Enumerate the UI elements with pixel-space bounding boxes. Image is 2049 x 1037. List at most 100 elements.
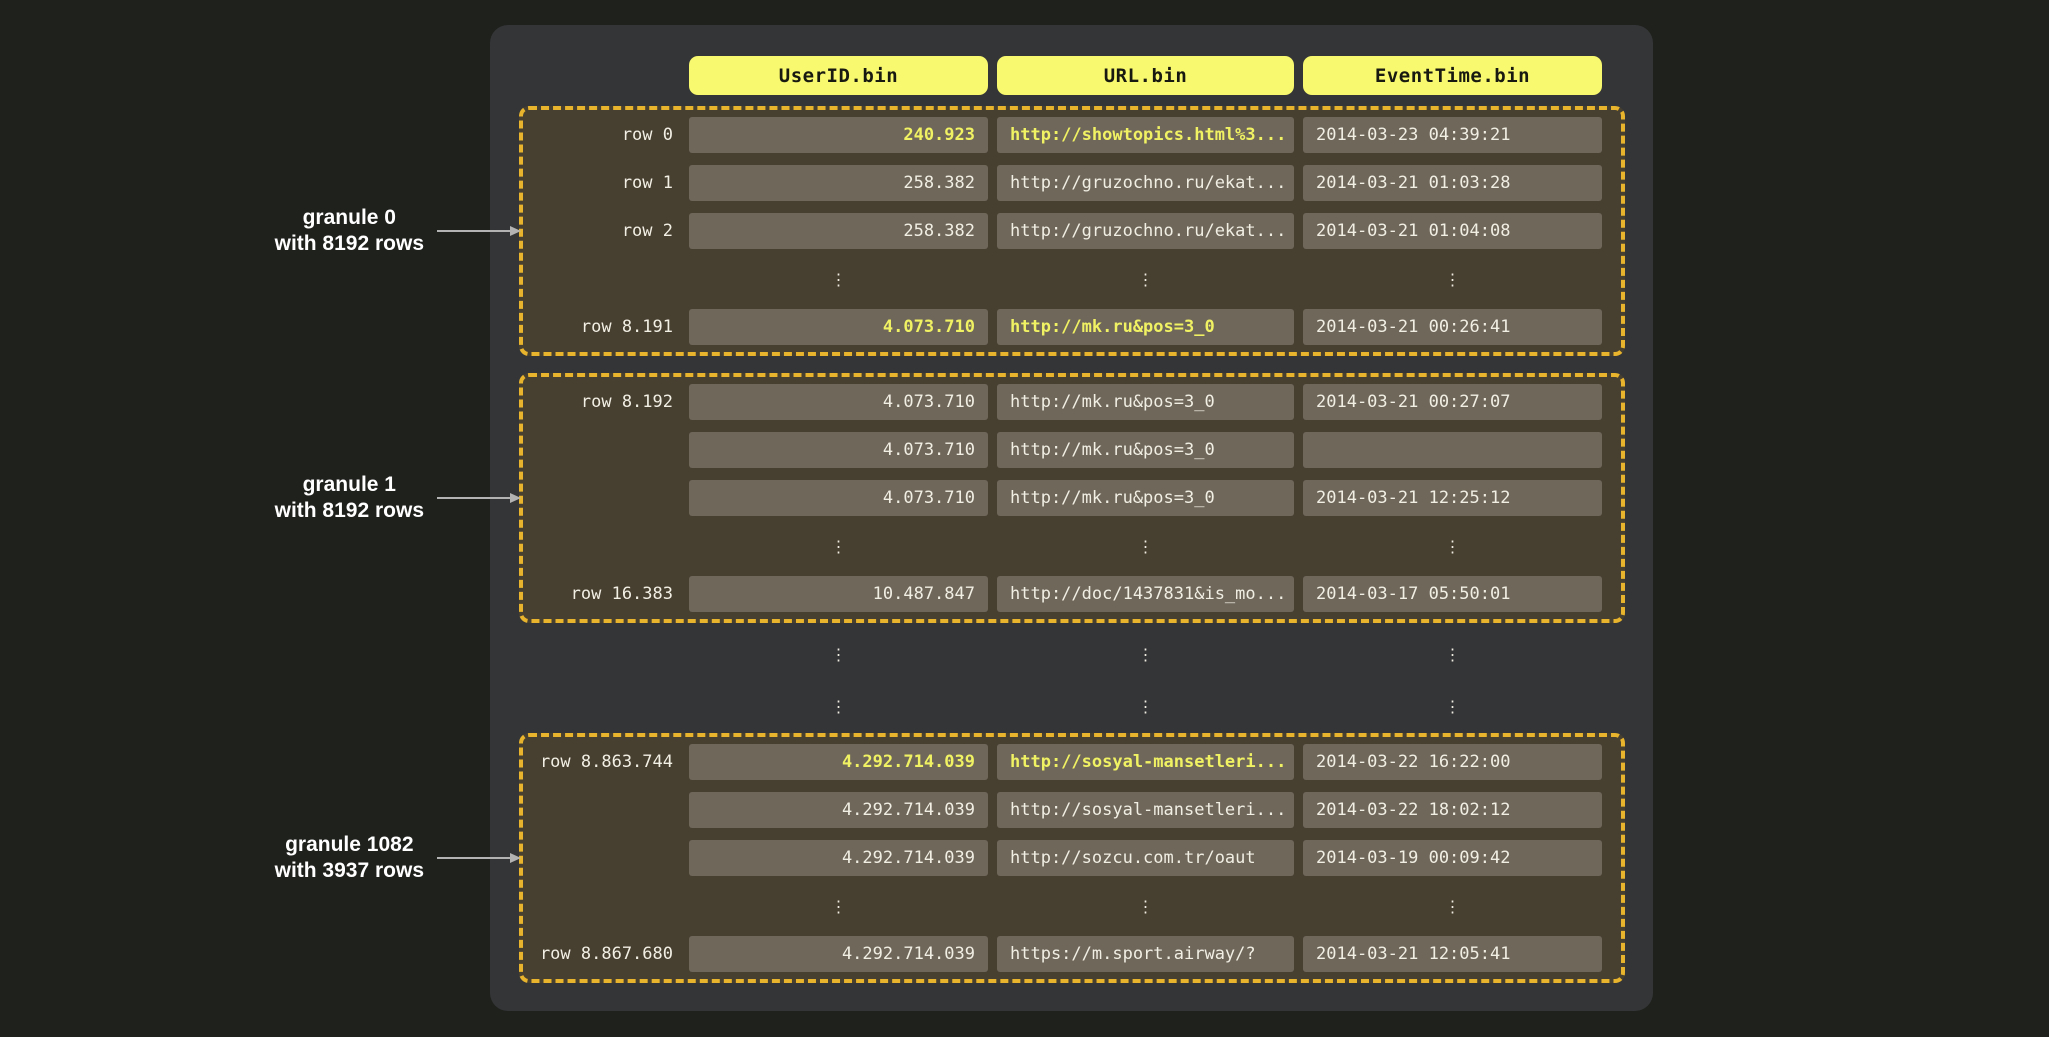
- eventtime-cell: 2014-03-19 00:09:42: [1303, 840, 1602, 876]
- granule-1-box: row 8.192 4.073.710 http://mk.ru&pos=3_0…: [519, 373, 1625, 623]
- eventtime-cell: 2014-03-21 01:03:28: [1303, 165, 1602, 201]
- userid-cell: 4.292.714.039: [689, 936, 988, 972]
- row-label: row 8.867.680: [523, 944, 689, 964]
- granule-row-count: with 8192 rows: [275, 498, 424, 524]
- userid-cell: 4.292.714.039: [689, 840, 988, 876]
- vertical-ellipsis-icon: ⋮: [997, 261, 1294, 297]
- row-label: row 8.191: [523, 317, 689, 337]
- column-headers: UserID.bin URL.bin EventTime.bin: [523, 56, 1602, 95]
- userid-cell: 4.073.710: [689, 432, 988, 468]
- eventtime-cell: 2014-03-23 04:39:21: [1303, 117, 1602, 153]
- vertical-ellipsis-icon: ⋮: [1303, 636, 1602, 672]
- table-row: row 0 240.923 http://showtopics.html%3..…: [523, 111, 1621, 159]
- url-cell: http://gruzochno.ru/ekat...: [997, 213, 1294, 249]
- row-label: row 16.383: [523, 584, 689, 604]
- granule-1-label: granule 1 with 8192 rows: [275, 472, 424, 523]
- url-cell: http://sozcu.com.tr/oaut: [997, 840, 1294, 876]
- column-header-url-bin: URL.bin: [997, 56, 1294, 95]
- vertical-ellipsis-icon: ⋮: [997, 688, 1294, 724]
- granule-1082-box: row 8.863.744 4.292.714.039 http://sosya…: [519, 733, 1625, 983]
- url-cell: http://sosyal-mansetleri...: [997, 744, 1294, 780]
- table-row: 4.073.710 http://mk.ru&pos=3_0: [523, 426, 1621, 474]
- ellipsis-row: ⋮ ⋮ ⋮: [523, 522, 1621, 570]
- eventtime-cell: 2014-03-22 18:02:12: [1303, 792, 1602, 828]
- userid-cell: 4.292.714.039: [689, 792, 988, 828]
- table-row: row 8.863.744 4.292.714.039 http://sosya…: [523, 738, 1621, 786]
- url-cell: http://doc/1437831&is_mo...: [997, 576, 1294, 612]
- row-label: row 8.863.744: [523, 752, 689, 772]
- vertical-ellipsis-icon: ⋮: [1303, 528, 1602, 564]
- eventtime-cell: 2014-03-21 01:04:08: [1303, 213, 1602, 249]
- vertical-ellipsis-icon: ⋮: [689, 261, 988, 297]
- vertical-ellipsis-icon: ⋮: [997, 888, 1294, 924]
- eventtime-cell: 2014-03-21 12:25:12: [1303, 480, 1602, 516]
- row-label: row 8.192: [523, 392, 689, 412]
- eventtime-cell: 2014-03-22 16:22:00: [1303, 744, 1602, 780]
- table-row: row 2 258.382 http://gruzochno.ru/ekat..…: [523, 207, 1621, 255]
- table-row: row 8.191 4.073.710 http://mk.ru&pos=3_0…: [523, 303, 1621, 351]
- arrow-right-icon: [437, 851, 521, 865]
- url-cell: http://mk.ru&pos=3_0: [997, 384, 1294, 420]
- table-row: row 8.192 4.073.710 http://mk.ru&pos=3_0…: [523, 378, 1621, 426]
- table-row: row 1 258.382 http://gruzochno.ru/ekat..…: [523, 159, 1621, 207]
- arrow-right-icon: [437, 491, 521, 505]
- vertical-ellipsis-icon: ⋮: [997, 636, 1294, 672]
- eventtime-cell: 2014-03-17 05:50:01: [1303, 576, 1602, 612]
- vertical-ellipsis-icon: ⋮: [689, 688, 988, 724]
- table-row: row 8.867.680 4.292.714.039 https://m.sp…: [523, 930, 1621, 978]
- vertical-ellipsis-icon: ⋮: [689, 888, 988, 924]
- url-cell: http://mk.ru&pos=3_0: [997, 480, 1294, 516]
- granule-row-count: with 8192 rows: [275, 231, 424, 257]
- granule-0-label: granule 0 with 8192 rows: [275, 205, 424, 256]
- url-cell: http://gruzochno.ru/ekat...: [997, 165, 1294, 201]
- vertical-ellipsis-icon: ⋮: [689, 528, 988, 564]
- granule-name: granule 0: [275, 205, 424, 231]
- url-cell: http://mk.ru&pos=3_0: [997, 309, 1294, 345]
- vertical-ellipsis-icon: ⋮: [997, 528, 1294, 564]
- column-header-eventtime-bin: EventTime.bin: [1303, 56, 1602, 95]
- granule-0-annotation: granule 0 with 8192 rows: [0, 106, 521, 356]
- bin-files-panel: UserID.bin URL.bin EventTime.bin row 0 2…: [490, 25, 1653, 1011]
- url-cell: http://mk.ru&pos=3_0: [997, 432, 1294, 468]
- table-row: 4.292.714.039 http://sosyal-mansetleri..…: [523, 786, 1621, 834]
- userid-cell: 10.487.847: [689, 576, 988, 612]
- granule-name: granule 1: [275, 472, 424, 498]
- vertical-ellipsis-icon: ⋮: [1303, 688, 1602, 724]
- granule-name: granule 1082: [275, 832, 424, 858]
- granule-row-count: with 3937 rows: [275, 858, 424, 884]
- column-header-userid-bin: UserID.bin: [689, 56, 988, 95]
- table-row: 4.292.714.039 http://sozcu.com.tr/oaut 2…: [523, 834, 1621, 882]
- arrow-right-icon: [437, 224, 521, 238]
- ellipsis-row: ⋮ ⋮ ⋮: [523, 688, 1602, 718]
- vertical-ellipsis-icon: ⋮: [689, 636, 988, 672]
- ellipsis-row: ⋮ ⋮ ⋮: [523, 255, 1621, 303]
- table-row: row 16.383 10.487.847 http://doc/1437831…: [523, 570, 1621, 618]
- userid-cell: 4.073.710: [689, 480, 988, 516]
- userid-cell: 258.382: [689, 213, 988, 249]
- row-label: row 1: [523, 173, 689, 193]
- url-cell: http://showtopics.html%3...: [997, 117, 1294, 153]
- eventtime-cell-empty: [1303, 432, 1602, 468]
- granule-1-annotation: granule 1 with 8192 rows: [0, 373, 521, 623]
- url-cell: http://sosyal-mansetleri...: [997, 792, 1294, 828]
- userid-cell: 4.073.710: [689, 384, 988, 420]
- ellipsis-row: ⋮ ⋮ ⋮: [523, 636, 1602, 666]
- userid-cell: 4.073.710: [689, 309, 988, 345]
- vertical-ellipsis-icon: ⋮: [1303, 261, 1602, 297]
- ellipsis-row: ⋮ ⋮ ⋮: [523, 882, 1621, 930]
- vertical-ellipsis-icon: ⋮: [1303, 888, 1602, 924]
- url-cell: https://m.sport.airway/?: [997, 936, 1294, 972]
- row-label: row 2: [523, 221, 689, 241]
- granule-1082-annotation: granule 1082 with 3937 rows: [0, 733, 521, 983]
- userid-cell: 4.292.714.039: [689, 744, 988, 780]
- table-row: 4.073.710 http://mk.ru&pos=3_0 2014-03-2…: [523, 474, 1621, 522]
- eventtime-cell: 2014-03-21 00:27:07: [1303, 384, 1602, 420]
- eventtime-cell: 2014-03-21 00:26:41: [1303, 309, 1602, 345]
- eventtime-cell: 2014-03-21 12:05:41: [1303, 936, 1602, 972]
- userid-cell: 258.382: [689, 165, 988, 201]
- page-background: { "header": { "columns": ["UserID.bin", …: [0, 0, 2049, 1037]
- granule-0-box: row 0 240.923 http://showtopics.html%3..…: [519, 106, 1625, 356]
- granule-1082-label: granule 1082 with 3937 rows: [275, 832, 424, 883]
- userid-cell: 240.923: [689, 117, 988, 153]
- row-label: row 0: [523, 125, 689, 145]
